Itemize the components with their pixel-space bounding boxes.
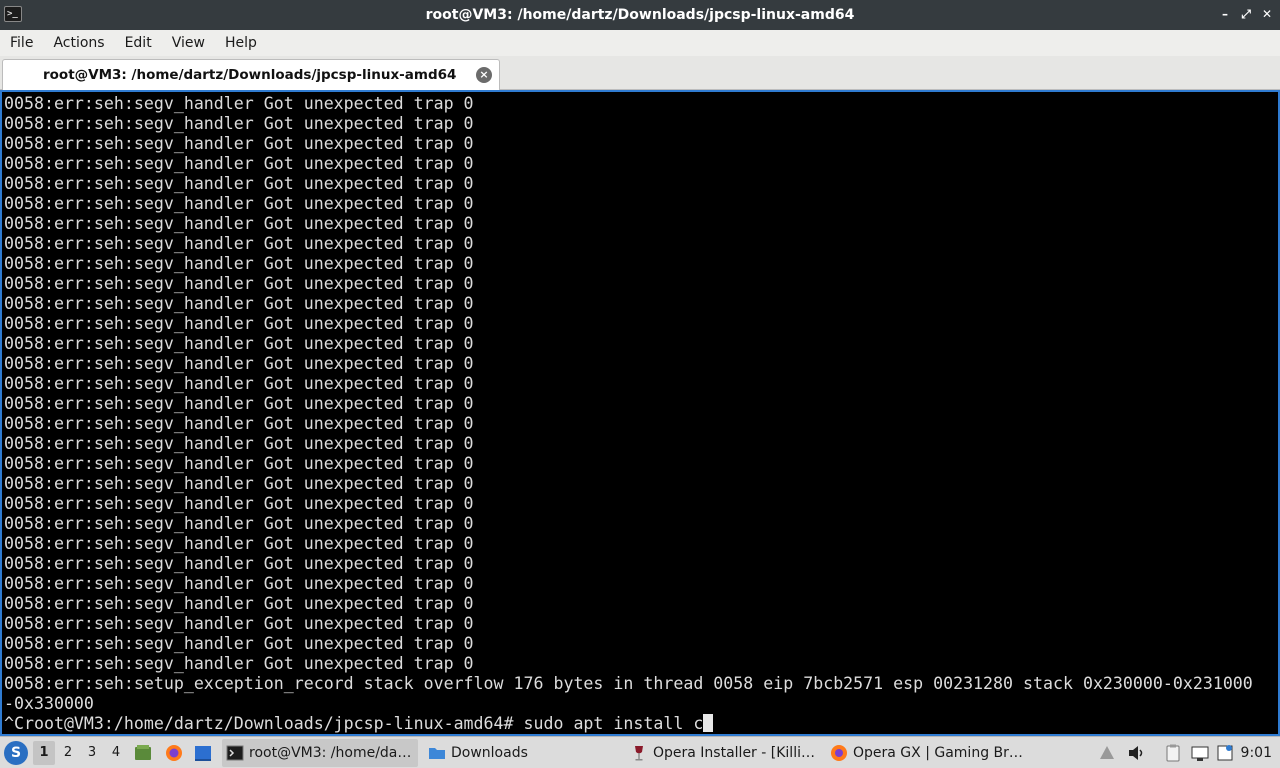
terminal-line: 0058:err:seh:segv_handler Got unexpected…	[4, 494, 474, 513]
task-opera-installer[interactable]: Opera Installer - [Killi…	[626, 739, 822, 767]
terminal-line: 0058:err:seh:segv_handler Got unexpected…	[4, 214, 474, 233]
window-titlebar[interactable]: >_ root@VM3: /home/dartz/Downloads/jpcsp…	[0, 0, 1280, 30]
task-label: Downloads	[451, 745, 528, 761]
menu-actions[interactable]: Actions	[43, 30, 114, 56]
terminal-line: 0058:err:seh:segv_handler Got unexpected…	[4, 94, 474, 113]
terminal-app-icon[interactable]: >_	[4, 6, 22, 22]
terminal-line: 0058:err:seh:segv_handler Got unexpected…	[4, 354, 474, 373]
terminal-line: 0058:err:seh:segv_handler Got unexpected…	[4, 554, 474, 573]
terminal-line: 0058:err:seh:segv_handler Got unexpected…	[4, 434, 474, 453]
maximize-icon[interactable]: ⤢	[1238, 6, 1254, 22]
task-opera-gx[interactable]: Opera GX | Gaming Br…	[826, 739, 1022, 767]
minimize-icon[interactable]: –	[1217, 6, 1233, 22]
tab-close-icon[interactable]: ×	[476, 67, 492, 83]
clipboard-icon[interactable]	[1163, 743, 1183, 763]
terminal-line: 0058:err:seh:segv_handler Got unexpected…	[4, 514, 474, 533]
terminal-line: 0058:err:seh:segv_handler Got unexpected…	[4, 394, 474, 413]
menu-bar: File Actions Edit View Help	[0, 30, 1280, 56]
terminal-line: 0058:err:seh:segv_handler Got unexpected…	[4, 454, 474, 473]
network-icon[interactable]	[1190, 743, 1210, 763]
task-terminal[interactable]: root@VM3: /home/da…	[222, 739, 418, 767]
workspace-1[interactable]: 1	[33, 741, 55, 765]
text-cursor	[703, 714, 714, 732]
task-label: Opera Installer - [Killi…	[653, 745, 815, 761]
terminal-line: -0x330000	[4, 694, 94, 713]
terminal-line: 0058:err:seh:segv_handler Got unexpected…	[4, 614, 474, 633]
terminal-line: 0058:err:seh:segv_handler Got unexpected…	[4, 194, 474, 213]
file-manager-launcher-icon[interactable]	[133, 743, 153, 763]
update-notifier-icon[interactable]	[1097, 743, 1117, 763]
start-menu-icon[interactable]: S	[4, 741, 28, 765]
menu-edit[interactable]: Edit	[115, 30, 162, 56]
workspace-4[interactable]: 4	[105, 741, 127, 765]
menu-help[interactable]: Help	[215, 30, 267, 56]
terminal-line: 0058:err:seh:segv_handler Got unexpected…	[4, 134, 474, 153]
task-label: Opera GX | Gaming Br…	[853, 745, 1022, 761]
terminal-line: 0058:err:seh:segv_handler Got unexpected…	[4, 234, 474, 253]
terminal-line: 0058:err:seh:segv_handler Got unexpected…	[4, 374, 474, 393]
close-icon[interactable]: ✕	[1259, 6, 1275, 22]
terminal-line: 0058:err:seh:segv_handler Got unexpected…	[4, 274, 474, 293]
volume-icon[interactable]	[1126, 743, 1146, 763]
terminal-line: 0058:err:seh:segv_handler Got unexpected…	[4, 594, 474, 613]
terminal-output[interactable]: 0058:err:seh:segv_handler Got unexpected…	[0, 90, 1280, 736]
terminal-icon	[226, 745, 244, 761]
workspace-2[interactable]: 2	[57, 741, 79, 765]
clock[interactable]: 9:01	[1241, 737, 1272, 768]
task-label: root@VM3: /home/da…	[249, 745, 412, 761]
show-desktop-icon[interactable]	[193, 743, 213, 763]
terminal-prompt: ^Croot@VM3:/home/dartz/Downloads/jpcsp-l…	[4, 714, 704, 733]
terminal-line: 0058:err:seh:segv_handler Got unexpected…	[4, 634, 474, 653]
terminal-line: 0058:err:seh:segv_handler Got unexpected…	[4, 294, 474, 313]
terminal-line: 0058:err:seh:segv_handler Got unexpected…	[4, 414, 474, 433]
notification-icon[interactable]	[1215, 743, 1235, 763]
terminal-line: 0058:err:seh:segv_handler Got unexpected…	[4, 574, 474, 593]
terminal-tab[interactable]: root@VM3: /home/dartz/Downloads/jpcsp-li…	[2, 59, 500, 90]
terminal-line: 0058:err:seh:segv_handler Got unexpected…	[4, 114, 474, 133]
terminal-line: 0058:err:seh:segv_handler Got unexpected…	[4, 174, 474, 193]
taskbar: S 1 2 3 4 root@VM3: /home/da… Downloads	[0, 736, 1280, 768]
terminal-line: 0058:err:seh:segv_handler Got unexpected…	[4, 654, 474, 673]
terminal-prompt-line[interactable]: ^Croot@VM3:/home/dartz/Downloads/jpcsp-l…	[4, 714, 1278, 734]
menu-file[interactable]: File	[0, 30, 43, 56]
terminal-line: 0058:err:seh:segv_handler Got unexpected…	[4, 254, 474, 273]
terminal-line: 0058:err:seh:segv_handler Got unexpected…	[4, 534, 474, 553]
wine-glass-icon	[635, 746, 643, 761]
firefox-launcher-icon[interactable]	[164, 743, 184, 763]
terminal-line: 0058:err:seh:segv_handler Got unexpected…	[4, 474, 474, 493]
tab-label: root@VM3: /home/dartz/Downloads/jpcsp-li…	[43, 67, 457, 83]
workspace-3[interactable]: 3	[81, 741, 103, 765]
terminal-line: 0058:err:seh:segv_handler Got unexpected…	[4, 314, 474, 333]
task-downloads[interactable]: Downloads	[424, 739, 620, 767]
terminal-line: 0058:err:seh:segv_handler Got unexpected…	[4, 154, 474, 173]
menu-view[interactable]: View	[162, 30, 215, 56]
firefox-icon	[831, 745, 847, 761]
terminal-line: 0058:err:seh:setup_exception_record stac…	[4, 674, 1253, 693]
window-title: root@VM3: /home/dartz/Downloads/jpcsp-li…	[425, 7, 855, 23]
terminal-line: 0058:err:seh:segv_handler Got unexpected…	[4, 334, 474, 353]
tab-bar: root@VM3: /home/dartz/Downloads/jpcsp-li…	[0, 56, 1280, 90]
folder-icon	[429, 748, 445, 759]
